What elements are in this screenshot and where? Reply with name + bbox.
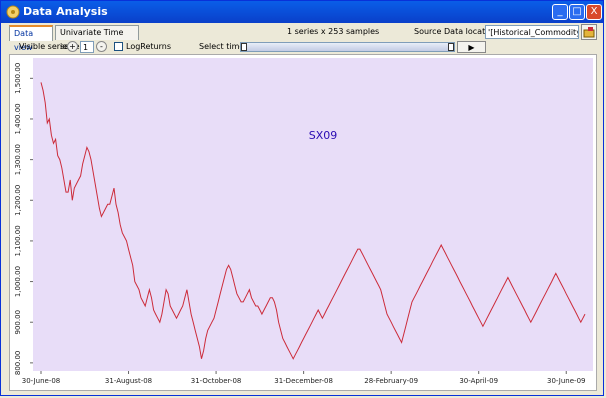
logreturns-label: LogReturns bbox=[126, 42, 172, 51]
x-tick-label: 30-April-09 bbox=[459, 377, 498, 385]
window-title: Data Analysis bbox=[23, 5, 108, 18]
open-source-button[interactable] bbox=[581, 24, 597, 40]
y-tick-label: 1,000.00 bbox=[14, 266, 22, 297]
play-icon: ▶ bbox=[468, 43, 475, 52]
x-tick-label: 31-August-08 bbox=[105, 377, 152, 385]
slider-end-handle[interactable] bbox=[448, 43, 454, 51]
visible-series-decrement[interactable]: - bbox=[96, 41, 107, 52]
slider-start-handle[interactable] bbox=[241, 43, 247, 51]
samples-info: 1 series x 253 samples bbox=[287, 27, 380, 36]
x-tick-label: 31-December-08 bbox=[274, 377, 333, 385]
source-data-field[interactable]: '[Historical_Commodity_Prices bbox=[485, 25, 579, 39]
plot-area bbox=[33, 58, 593, 371]
price-chart: 800.00 900.00 1,000.00 1,100.00 1,200.00 1,30… bbox=[14, 58, 593, 385]
y-tick-label: 1,500.00 bbox=[14, 63, 22, 94]
y-tick-label: 1,100.00 bbox=[14, 225, 22, 256]
x-tick-label: 28-February-09 bbox=[364, 377, 418, 385]
time-range-slider[interactable] bbox=[240, 42, 455, 52]
play-button[interactable]: ▶ play bbox=[457, 41, 486, 63]
y-tick-label: 1,200.00 bbox=[14, 185, 22, 216]
maximize-button[interactable]: □ bbox=[569, 4, 585, 20]
y-tick-label: 900.00 bbox=[14, 310, 22, 335]
visible-series-increment[interactable]: + bbox=[67, 41, 78, 52]
minimize-button[interactable]: _ bbox=[552, 4, 568, 20]
close-button[interactable]: X bbox=[586, 4, 602, 20]
logreturns-checkbox[interactable] bbox=[114, 42, 123, 51]
x-tick-label: 30-June-08 bbox=[22, 377, 61, 385]
x-tick-label: 31-October-08 bbox=[191, 377, 242, 385]
y-tick-label: 1,400.00 bbox=[14, 103, 22, 134]
chart-panel: 800.00 900.00 1,000.00 1,100.00 1,200.00 1,30… bbox=[9, 54, 597, 391]
y-tick-label: 800.00 bbox=[14, 351, 22, 376]
data-analysis-window: Data Analysis _ □ X Data view Univariate… bbox=[0, 0, 604, 396]
visible-series-field[interactable]: 1 bbox=[80, 41, 94, 53]
title-bar[interactable]: Data Analysis _ □ X bbox=[1, 1, 603, 23]
x-tick-label: 30-June-09 bbox=[547, 377, 586, 385]
open-file-icon bbox=[583, 27, 595, 38]
tab-data-view[interactable]: Data view bbox=[9, 25, 53, 52]
tab-univariate-time-series[interactable]: Univariate Time series bbox=[55, 25, 139, 51]
app-icon bbox=[6, 5, 20, 19]
series-label: SX09 bbox=[309, 129, 338, 142]
y-tick-label: 1,300.00 bbox=[14, 144, 22, 175]
